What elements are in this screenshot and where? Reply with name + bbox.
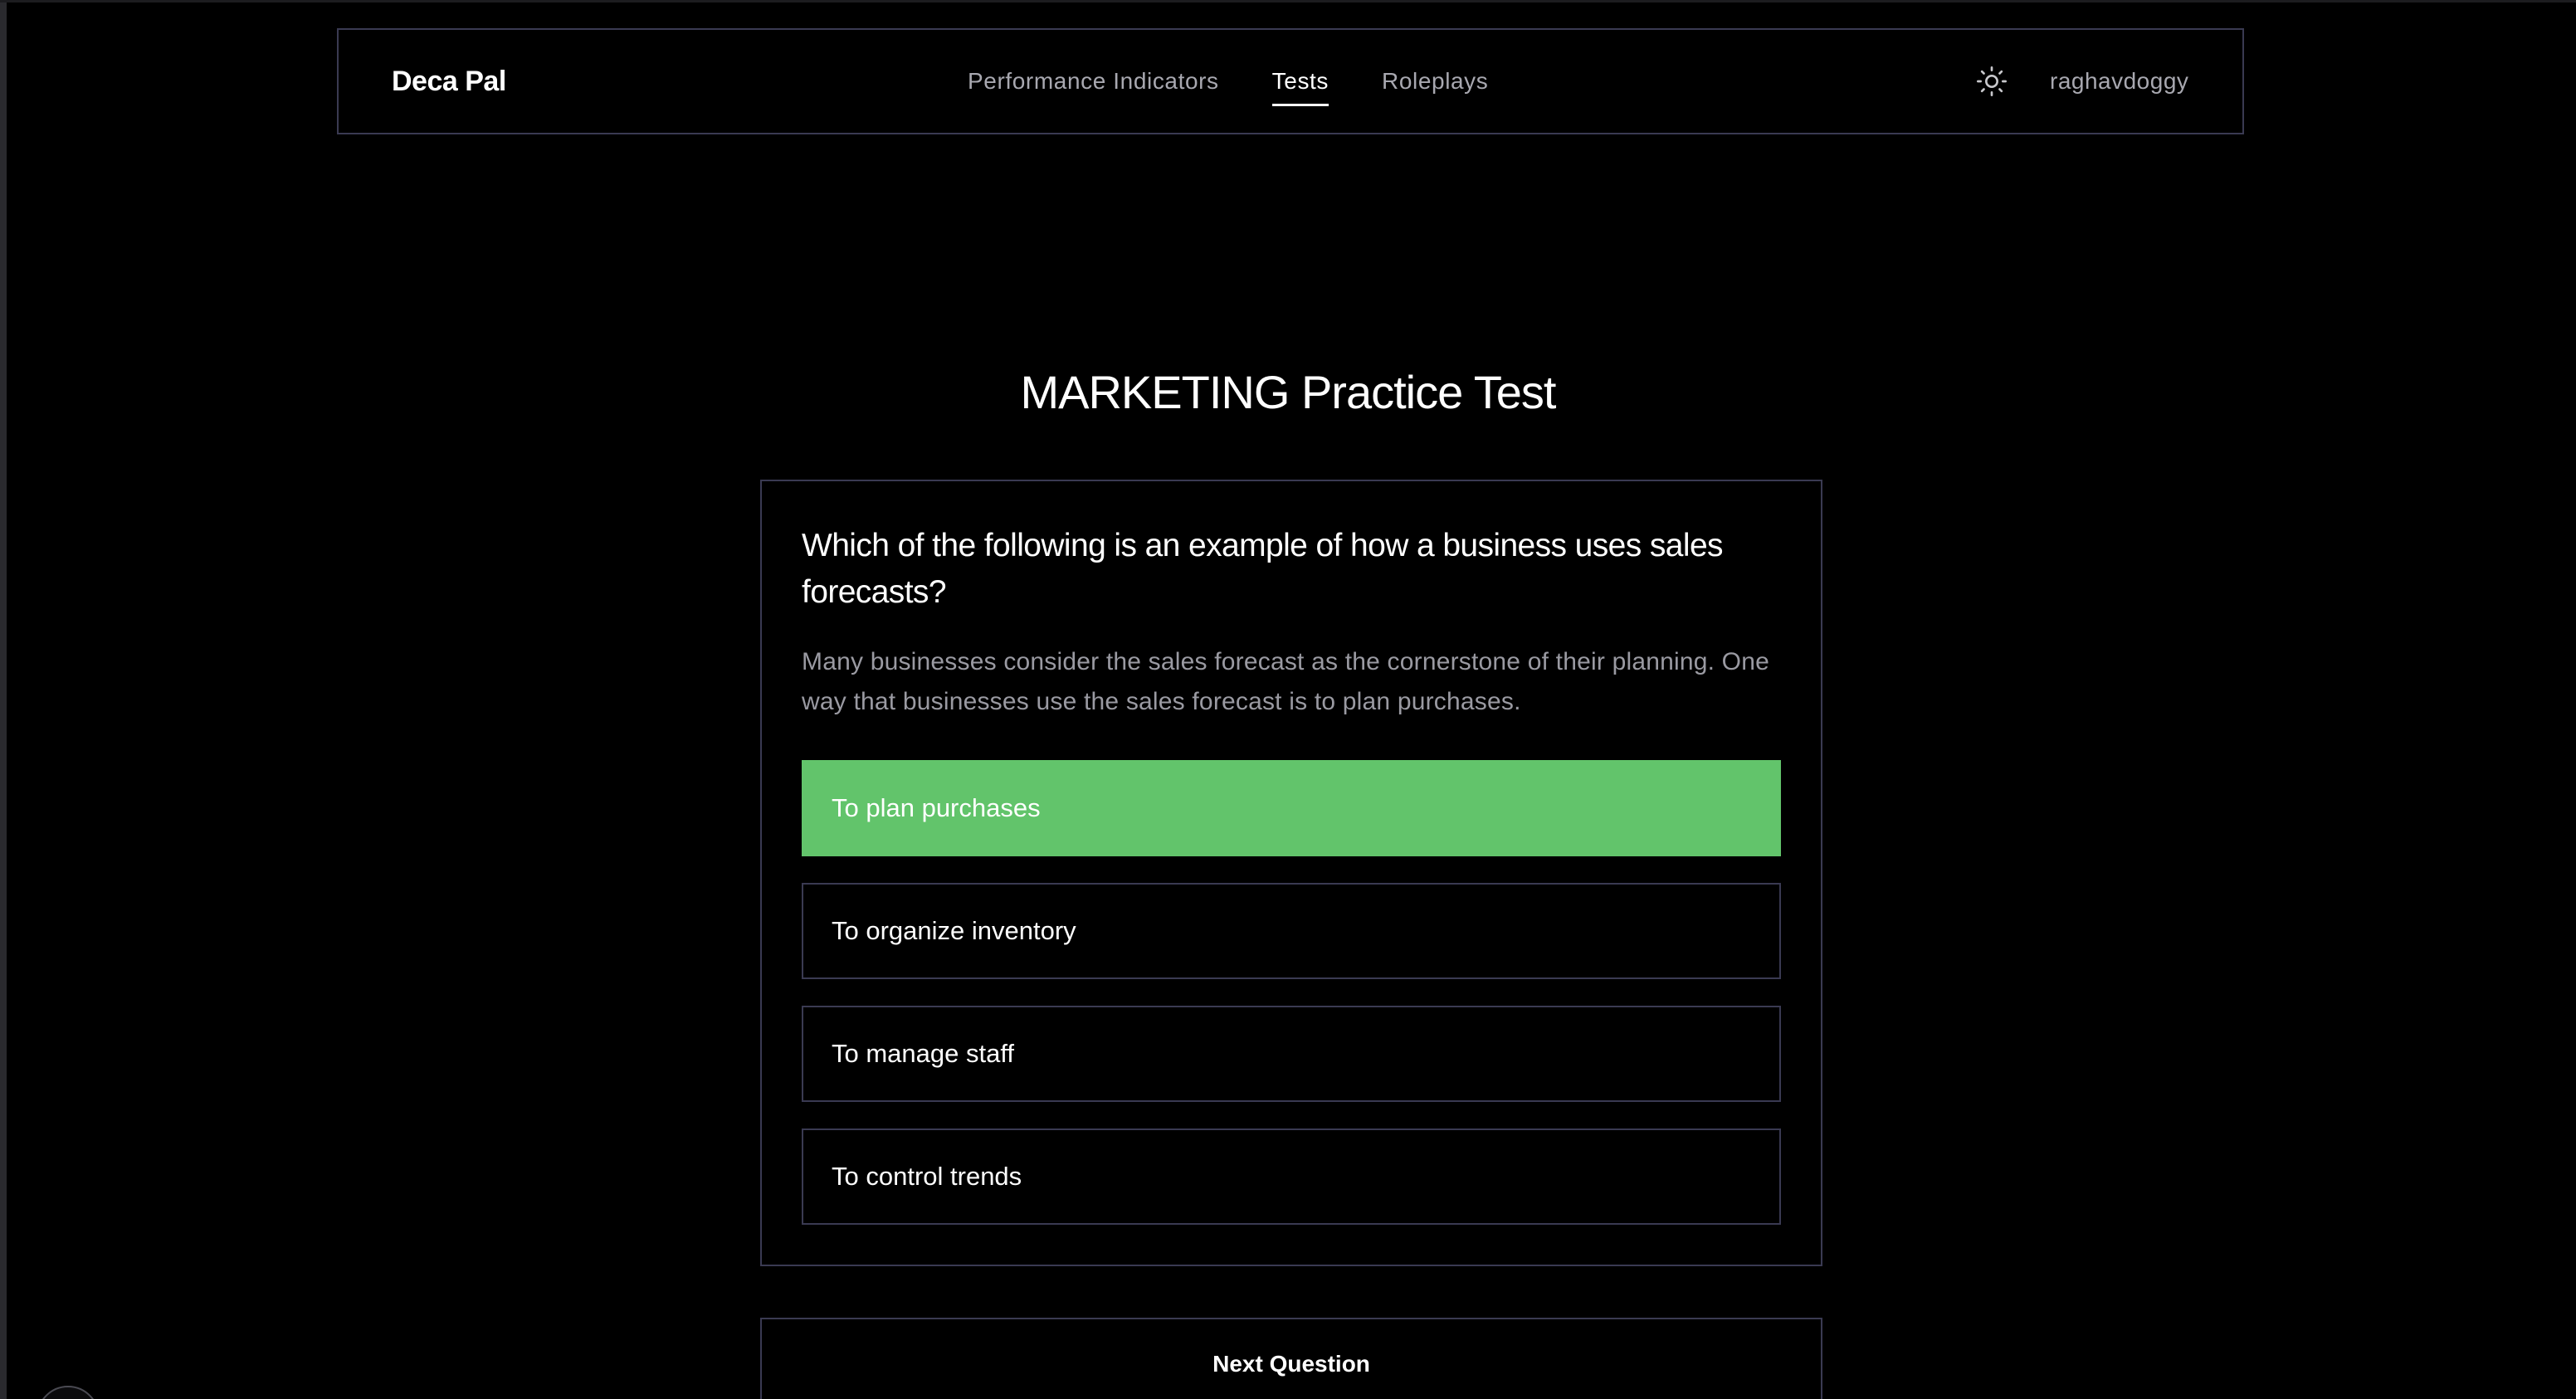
question-text: Which of the following is an example of … [802, 528, 1724, 610]
nav-performance-indicators[interactable]: Performance Indicators [968, 63, 1219, 100]
answer-option[interactable]: To control trends [802, 1128, 1781, 1225]
window-top-edge [0, 0, 2576, 2]
answer-option[interactable]: To organize inventory [802, 883, 1781, 979]
nav-tests[interactable]: Tests [1271, 63, 1329, 106]
user-menu[interactable]: raghavdoggy [2050, 30, 2188, 133]
answer-option-correct[interactable]: To plan purchases [802, 760, 1781, 856]
answer-option[interactable]: To manage staff [802, 1006, 1781, 1102]
navbar: Deca Pal Performance Indicators Tests Ro… [337, 28, 2244, 134]
question-card: Which of the following is an example of … [760, 480, 1822, 1266]
answer-explanation: Many businesses consider the sales forec… [802, 648, 1769, 715]
theme-toggle-button[interactable] [1973, 63, 2010, 100]
next-question-button[interactable]: Next Question [760, 1318, 1822, 1399]
page-title: MARKETING Practice Test [1020, 366, 1556, 418]
brand-logo[interactable]: Deca Pal [392, 30, 506, 133]
nav-roleplays[interactable]: Roleplays [1382, 63, 1488, 100]
sun-icon [1977, 66, 2007, 96]
window-edge [0, 0, 7, 1399]
main-nav: Performance Indicators Tests Roleplays [968, 30, 1488, 133]
floating-widget-button[interactable] [37, 1386, 100, 1399]
answer-options: To plan purchases To organize inventory … [802, 760, 1781, 1251]
